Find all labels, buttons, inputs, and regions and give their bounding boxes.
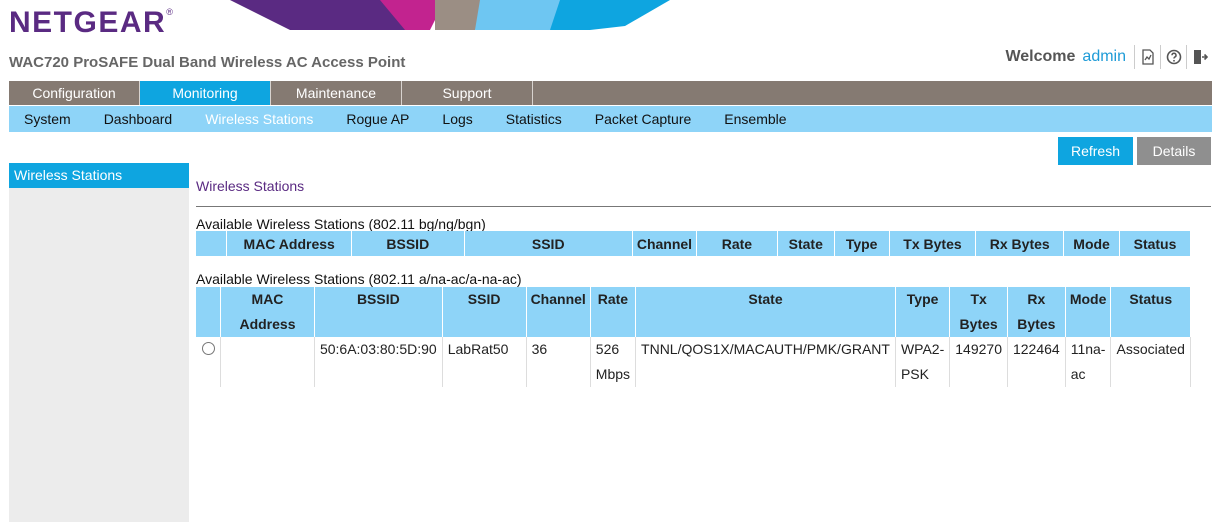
row-select-radio[interactable] — [201, 342, 215, 355]
column-header: Channel — [526, 287, 591, 337]
mac-address-cell — [220, 337, 315, 387]
page-title: Wireless Stations — [196, 178, 305, 194]
stations-table-ac: MAC Address BSSID SSID Channel Rate Stat… — [196, 287, 1191, 387]
sidebar: Wireless Stations — [9, 163, 189, 522]
column-header: Rx Bytes — [975, 231, 1065, 256]
product-title: WAC720 ProSAFE Dual Band Wireless AC Acc… — [9, 54, 406, 71]
rx-bytes-cell: 122464 — [1007, 337, 1066, 387]
column-header: Tx Bytes — [949, 287, 1008, 337]
subtab-system[interactable]: System — [24, 106, 71, 132]
username-label: admin — [1082, 48, 1126, 65]
stations-table-bg: MAC Address BSSID SSID Channel Rate Stat… — [196, 231, 1191, 256]
column-header: BSSID — [351, 231, 465, 256]
subtab-logs[interactable]: Logs — [442, 106, 472, 132]
netgear-logo: NETGEAR® — [9, 6, 173, 39]
column-header: MAC Address — [220, 287, 315, 337]
column-header: Status — [1110, 287, 1191, 337]
column-header: Rx Bytes — [1007, 287, 1066, 337]
help-icon[interactable] — [1160, 45, 1186, 69]
table-bg-caption: Available Wireless Stations (802.11 bg/n… — [196, 216, 486, 232]
welcome-area: Welcome admin — [1005, 45, 1212, 69]
column-header: State — [635, 287, 896, 337]
logout-icon[interactable] — [1186, 45, 1212, 69]
tab-configuration[interactable]: Configuration — [9, 81, 140, 105]
subtab-ensemble[interactable]: Ensemble — [724, 106, 786, 132]
subtab-rogue-ap[interactable]: Rogue AP — [346, 106, 409, 132]
sub-tab-bar: System Dashboard Wireless Stations Rogue… — [9, 106, 1212, 132]
tab-support[interactable]: Support — [402, 81, 533, 105]
channel-cell: 36 — [526, 337, 591, 387]
refresh-button[interactable]: Refresh — [1058, 137, 1133, 165]
title-divider — [196, 206, 1211, 207]
table-header-row: MAC Address BSSID SSID Channel Rate Stat… — [196, 231, 1191, 256]
column-header: State — [777, 231, 835, 256]
tx-bytes-cell: 149270 — [949, 337, 1008, 387]
header-banner-graphic — [230, 0, 670, 30]
mode-cell: 11na-ac — [1065, 337, 1112, 387]
column-header: Type — [834, 231, 890, 256]
subtab-statistics[interactable]: Statistics — [506, 106, 562, 132]
table-row: 50:6A:03:80:5D:90 LabRat50 36 526 Mbps T… — [196, 337, 1191, 387]
details-button[interactable]: Details — [1137, 137, 1211, 165]
table-ac-caption: Available Wireless Stations (802.11 a/na… — [196, 271, 522, 287]
rate-cell: 526 Mbps — [590, 337, 637, 387]
column-header: BSSID — [314, 287, 443, 337]
state-cell: TNNL/QOS1X/MACAUTH/PMK/GRANT — [635, 337, 896, 387]
status-icon[interactable] — [1134, 45, 1160, 69]
column-header: Type — [895, 287, 951, 337]
sidebar-item-wireless-stations[interactable]: Wireless Stations — [9, 163, 189, 188]
welcome-label: Welcome — [1005, 48, 1076, 65]
subtab-packet-capture[interactable]: Packet Capture — [595, 106, 692, 132]
tab-monitoring[interactable]: Monitoring — [140, 81, 271, 105]
subtab-dashboard[interactable]: Dashboard — [104, 106, 173, 132]
select-column-header — [196, 287, 221, 337]
column-header: Tx Bytes — [889, 231, 977, 256]
column-header: Status — [1119, 231, 1191, 256]
column-header: Mode — [1065, 287, 1112, 337]
subtab-wireless-stations[interactable]: Wireless Stations — [205, 106, 313, 132]
column-header: Channel — [632, 231, 698, 256]
main-tab-bar: Configuration Monitoring Maintenance Sup… — [9, 81, 1212, 105]
select-column-header — [196, 231, 228, 256]
table-header-row: MAC Address BSSID SSID Channel Rate Stat… — [196, 287, 1191, 337]
ssid-cell: LabRat50 — [442, 337, 527, 387]
row-select-cell — [196, 337, 221, 387]
column-header: MAC Address — [226, 231, 352, 256]
bssid-cell: 50:6A:03:80:5D:90 — [314, 337, 443, 387]
column-header: SSID — [442, 287, 527, 337]
status-cell: Associated — [1110, 337, 1191, 387]
tab-maintenance[interactable]: Maintenance — [271, 81, 402, 105]
column-header: Mode — [1063, 231, 1121, 256]
type-cell: WPA2-PSK — [895, 337, 951, 387]
column-header: SSID — [464, 231, 633, 256]
column-header: Rate — [696, 231, 778, 256]
column-header: Rate — [590, 287, 637, 337]
